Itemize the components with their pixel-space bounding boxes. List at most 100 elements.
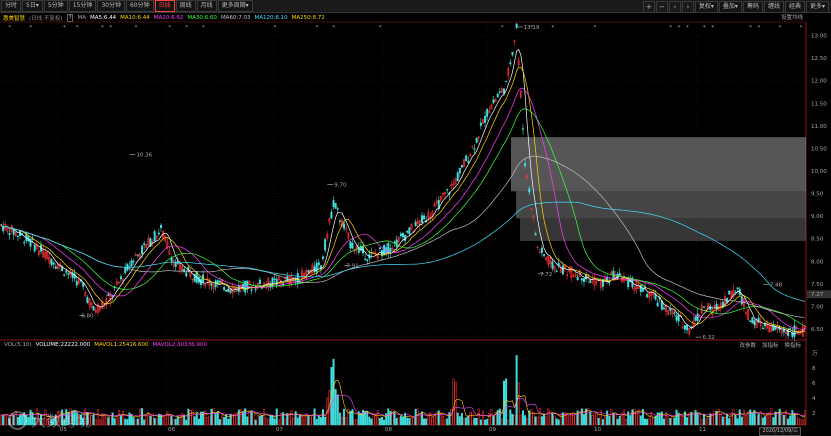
volume-bar bbox=[322, 409, 325, 426]
candle-body bbox=[273, 278, 276, 280]
volume-tool-2[interactable]: 换指标 bbox=[784, 341, 801, 349]
event-star-icon: * bbox=[530, 25, 533, 31]
volume-bar bbox=[410, 417, 413, 426]
volume-bar bbox=[237, 409, 240, 426]
volume-bar bbox=[637, 409, 640, 426]
volume-bar bbox=[686, 417, 689, 426]
volume-bar bbox=[610, 409, 613, 426]
volume-bar bbox=[700, 419, 703, 426]
event-star-icon: * bbox=[101, 25, 104, 31]
volume-bar bbox=[545, 416, 548, 426]
volume-bar bbox=[313, 408, 316, 426]
candle-body bbox=[136, 254, 139, 256]
volume-bar bbox=[109, 416, 112, 426]
volume-bar bbox=[115, 415, 118, 426]
volume-bar bbox=[366, 411, 369, 426]
volume-bar bbox=[393, 412, 396, 426]
candle-body bbox=[749, 320, 752, 323]
candle-body bbox=[343, 223, 346, 229]
event-star-icon: * bbox=[779, 25, 782, 31]
peak-label: 10.36 bbox=[136, 153, 152, 159]
candle-body bbox=[393, 241, 396, 243]
vol-value-1: MAVOL1:25416.600 bbox=[94, 342, 149, 348]
volume-info-bar: VOL(5,10) VOLUME:22222.000 MAVOL1:25416.6… bbox=[0, 341, 806, 349]
candle-body bbox=[315, 263, 318, 273]
volume-bar bbox=[345, 417, 348, 426]
volume-bar bbox=[334, 389, 337, 426]
candle-body bbox=[534, 233, 537, 236]
volume-bar bbox=[162, 414, 165, 426]
volume-tool-0[interactable]: 改参数 bbox=[739, 341, 756, 349]
volume-tick-label: 万 bbox=[812, 350, 818, 357]
candle-body bbox=[54, 266, 57, 269]
volume-bar bbox=[650, 412, 653, 426]
event-star-icon: * bbox=[185, 25, 188, 31]
candle-body bbox=[330, 211, 333, 219]
month-label: 10 bbox=[594, 427, 601, 433]
volume-bar bbox=[265, 417, 268, 426]
volume-bar bbox=[412, 417, 415, 426]
volume-bar bbox=[770, 408, 773, 426]
candle-body bbox=[684, 325, 686, 330]
volume-bar bbox=[185, 419, 188, 426]
volume-bar bbox=[290, 410, 293, 426]
volume-bar bbox=[536, 416, 539, 426]
price-tick-label: 7.00 bbox=[811, 304, 824, 310]
candle-body bbox=[423, 215, 426, 220]
candle-body bbox=[16, 235, 19, 237]
volume-bar bbox=[288, 413, 291, 426]
volume-bar bbox=[90, 414, 93, 426]
volume-bar bbox=[692, 413, 695, 426]
volume-bar bbox=[370, 418, 373, 426]
volume-bar bbox=[515, 355, 518, 426]
volume-bar bbox=[616, 418, 619, 426]
volume-tool-1[interactable]: 加指标 bbox=[762, 341, 779, 349]
volume-bar bbox=[126, 419, 129, 426]
event-star-icon: * bbox=[63, 25, 66, 31]
price-tick-label: 11.00 bbox=[811, 124, 827, 130]
candle-body bbox=[141, 245, 144, 254]
volume-bar bbox=[766, 413, 769, 426]
volume-bar bbox=[745, 414, 748, 426]
volume-bar bbox=[94, 419, 97, 426]
volume-bars bbox=[0, 355, 806, 426]
volume-bar bbox=[736, 418, 739, 426]
candle-body bbox=[414, 221, 417, 226]
candle-body bbox=[761, 327, 764, 330]
candlestick-chart[interactable]: 13.1910.369.707.486.807.367.917.726.32* *… bbox=[0, 0, 831, 436]
volume-bar bbox=[433, 414, 436, 426]
volume-bar bbox=[376, 410, 379, 426]
volume-bar bbox=[124, 418, 127, 426]
volume-bar bbox=[332, 358, 335, 426]
candle-body bbox=[86, 296, 89, 303]
candle-body bbox=[408, 227, 411, 235]
event-star-icon: * bbox=[8, 25, 11, 31]
event-star-icon: * bbox=[711, 25, 714, 31]
candle-body bbox=[75, 280, 78, 286]
zone-upper bbox=[511, 137, 806, 192]
candle-body bbox=[694, 316, 697, 321]
volume-bar bbox=[117, 410, 120, 426]
volume-bar bbox=[732, 408, 735, 426]
volume-bar bbox=[423, 418, 426, 426]
volume-bar bbox=[107, 417, 110, 426]
candle-body bbox=[618, 273, 621, 276]
volume-bar bbox=[671, 416, 674, 426]
volume-bar bbox=[250, 410, 253, 426]
candle-body bbox=[789, 328, 792, 330]
volume-bar bbox=[0, 414, 3, 426]
volume-bar bbox=[465, 417, 468, 426]
volume-bar bbox=[120, 415, 122, 426]
volume-bar bbox=[589, 411, 592, 426]
volume-bar bbox=[378, 417, 381, 426]
candle-body bbox=[686, 324, 689, 331]
candle-body bbox=[246, 280, 249, 290]
price-tick-label: 9.00 bbox=[811, 214, 824, 220]
volume-bar bbox=[614, 413, 617, 426]
volume-bar bbox=[519, 414, 522, 426]
candle-body bbox=[250, 289, 253, 291]
candle-body bbox=[498, 91, 501, 93]
volume-bar bbox=[574, 414, 577, 426]
volume-bar bbox=[719, 414, 722, 426]
volume-bar bbox=[665, 412, 668, 426]
